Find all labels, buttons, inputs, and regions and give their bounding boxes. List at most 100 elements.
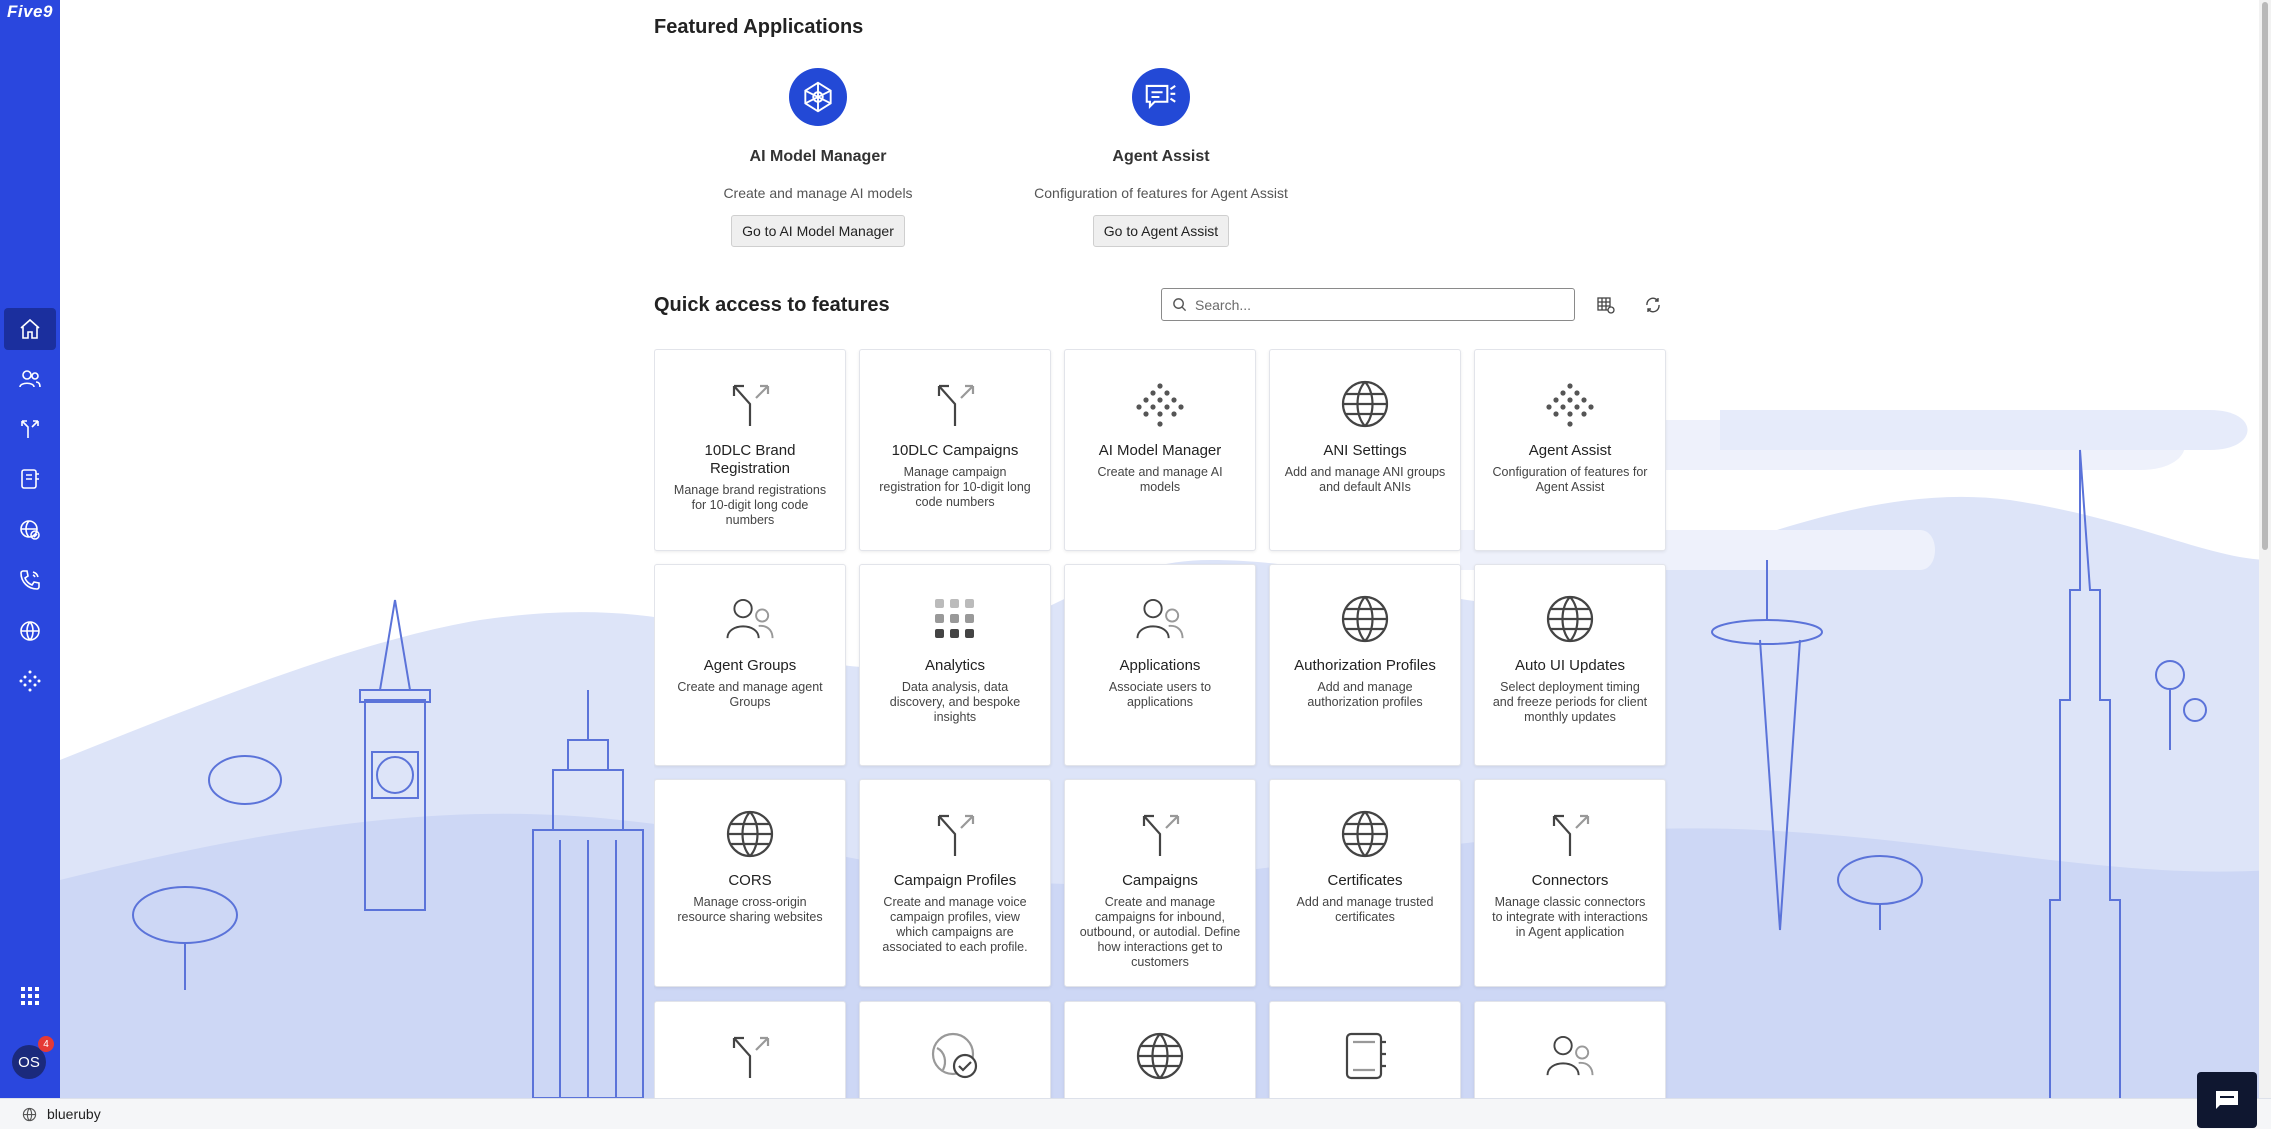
search-field[interactable]: [1161, 288, 1575, 321]
feature-tile-name: Analytics: [924, 657, 986, 674]
feature-tile[interactable]: AI Model Manager Create and manage AI mod…: [1064, 349, 1256, 551]
feature-tile[interactable]: Authorization Profiles Add and manage aut…: [1269, 564, 1461, 766]
feature-tile-grid: 10DLC Brand Registration Manage brand reg…: [654, 349, 1670, 1098]
nav-telephony[interactable]: [4, 559, 56, 601]
ai-network-icon: [789, 68, 847, 126]
globe-icon: [720, 808, 780, 860]
phone-icon: [20, 570, 40, 590]
feature-tile[interactable]: Campaign Profiles Create and manage voice…: [859, 779, 1051, 987]
feature-tile[interactable]: Agent Groups Create and manage agent Grou…: [654, 564, 846, 766]
grid-icon: [21, 987, 39, 1005]
split-arrow-icon: [925, 378, 985, 430]
feature-tile-name: Connectors: [1531, 872, 1609, 889]
featured-app-agent-assist: Agent Assist Configuration of features f…: [981, 68, 1341, 247]
apps-launcher[interactable]: [4, 975, 56, 1017]
dots-diamond-icon: [1540, 378, 1600, 430]
status-bar: blueruby: [0, 1098, 2271, 1129]
five9-logo: Five9: [7, 2, 53, 21]
feature-tile-name: Certificates: [1327, 872, 1403, 889]
refresh-button[interactable]: [1641, 293, 1665, 317]
feature-tile[interactable]: [1064, 1001, 1256, 1098]
nav-users[interactable]: [4, 358, 56, 400]
globe-icon: [1335, 593, 1395, 645]
featured-app-ai-model-manager: AI Model Manager Create and manage AI mo…: [638, 68, 998, 247]
feature-tile-description: Associate users to applications: [1108, 680, 1212, 709]
search-input[interactable]: [1195, 296, 1555, 313]
split-arrow-icon: [1540, 808, 1600, 860]
nav-globe[interactable]: [4, 610, 56, 652]
globe-check-icon: [20, 520, 40, 540]
globe-check-icon: [925, 1030, 985, 1082]
globe-icon: [1130, 1030, 1190, 1082]
globe-icon: [20, 621, 40, 641]
feature-tile[interactable]: Campaigns Create and manage campaigns for…: [1064, 779, 1256, 987]
featured-app-name: Agent Assist: [1112, 148, 1210, 165]
domain-name: blueruby: [47, 1106, 101, 1122]
routing-icon: [21, 420, 39, 438]
feature-tile[interactable]: Auto UI Updates Select deployment timing …: [1474, 564, 1666, 766]
feature-tile-name: Campaigns: [1122, 872, 1198, 889]
quick-access-title: Quick access to features: [654, 294, 890, 316]
nav-home[interactable]: [4, 308, 56, 350]
feature-tile[interactable]: [1474, 1001, 1666, 1098]
feature-tile-name: Agent Assist: [1528, 442, 1612, 459]
feature-tile-name: Authorization Profiles: [1294, 657, 1436, 674]
feature-tile-name: Applications: [1119, 657, 1201, 674]
contacts-icon: [21, 469, 39, 489]
feature-tile-name: ANI Settings: [1323, 442, 1407, 459]
refresh-icon: [1646, 297, 1660, 313]
feature-tile[interactable]: Analytics Data analysis, data discovery, …: [859, 564, 1051, 766]
feature-tile-description: Configuration of features for Agent Assi…: [1492, 465, 1648, 494]
feature-tile-name: AI Model Manager: [1098, 442, 1222, 459]
feature-tile[interactable]: [654, 1001, 846, 1098]
feature-tile[interactable]: Applications Associate users to applicati…: [1064, 564, 1256, 766]
go-to-ai-model-manager-button[interactable]: Go to AI Model Manager: [731, 215, 905, 247]
sidebar: Five9 OS 4: [0, 0, 60, 1098]
feature-tile[interactable]: [859, 1001, 1051, 1098]
chat-icon: [2216, 1091, 2238, 1109]
feature-tile-description: Select deployment timing and freeze peri…: [1492, 680, 1648, 724]
feature-tile[interactable]: [1269, 1001, 1461, 1098]
nav-contacts[interactable]: [4, 458, 56, 500]
split-arrow-icon: [720, 378, 780, 430]
chat-button[interactable]: [2197, 1072, 2257, 1128]
layout-toggle-button[interactable]: [1594, 293, 1618, 317]
feature-tile[interactable]: ANI Settings Add and manage ANI groups an…: [1269, 349, 1461, 551]
feature-tile-name: Agent Groups: [703, 657, 797, 674]
featured-app-name: AI Model Manager: [749, 148, 887, 165]
page-scroll-thumb[interactable]: [2262, 2, 2268, 550]
feature-tile[interactable]: 10DLC Campaigns Manage campaign registrat…: [859, 349, 1051, 551]
notification-badge: 4: [38, 1036, 54, 1052]
featured-title: Featured Applications: [654, 16, 864, 38]
contacts-icon: [1335, 1030, 1395, 1082]
nav-routing[interactable]: [4, 408, 56, 450]
dots-diamond-icon: [1130, 378, 1190, 430]
users-icon: [720, 593, 780, 645]
split-arrow-icon: [1130, 808, 1190, 860]
go-to-agent-assist-button[interactable]: Go to Agent Assist: [1092, 215, 1230, 247]
feature-tile-description: Create and manage campaigns for inbound,…: [1079, 895, 1241, 969]
home-icon: [20, 318, 40, 339]
feature-tile-description: Data analysis, data discovery, and bespo…: [889, 680, 1021, 724]
nav-ai[interactable]: [4, 660, 56, 702]
feature-tile[interactable]: 10DLC Brand Registration Manage brand reg…: [654, 349, 846, 551]
feature-tile-description: Create and manage AI models: [1097, 465, 1223, 494]
feature-tile[interactable]: Connectors Manage classic connectors to i…: [1474, 779, 1666, 987]
featured-app-description: Create and manage AI models: [723, 185, 913, 201]
feature-tile-description: Create and manage agent Groups: [677, 680, 823, 709]
feature-tile[interactable]: Agent Assist Configuration of features fo…: [1474, 349, 1666, 551]
feature-tile-name: Auto UI Updates: [1514, 657, 1626, 674]
users-icon: [1130, 593, 1190, 645]
feature-tile-description: Manage classic connectors to integrate w…: [1492, 895, 1648, 939]
table-settings-icon: [1597, 297, 1615, 314]
feature-tile-description: Add and manage ANI groups and default AN…: [1284, 465, 1446, 494]
feature-tile-name: Campaign Profiles: [893, 872, 1017, 889]
feature-tile-name: 10DLC Brand Registration: [704, 442, 796, 477]
feature-tile[interactable]: Certificates Add and manage trusted certi…: [1269, 779, 1461, 987]
users-icon: [19, 370, 41, 388]
feature-tile[interactable]: CORS Manage cross-origin resource sharing…: [654, 779, 846, 987]
feature-tile-description: Add and manage trusted certificates: [1296, 895, 1434, 924]
analytics-grid-icon: [925, 593, 985, 645]
nav-globe-check[interactable]: [4, 509, 56, 551]
feature-tile-description: Manage campaign registration for 10-digi…: [879, 465, 1031, 509]
